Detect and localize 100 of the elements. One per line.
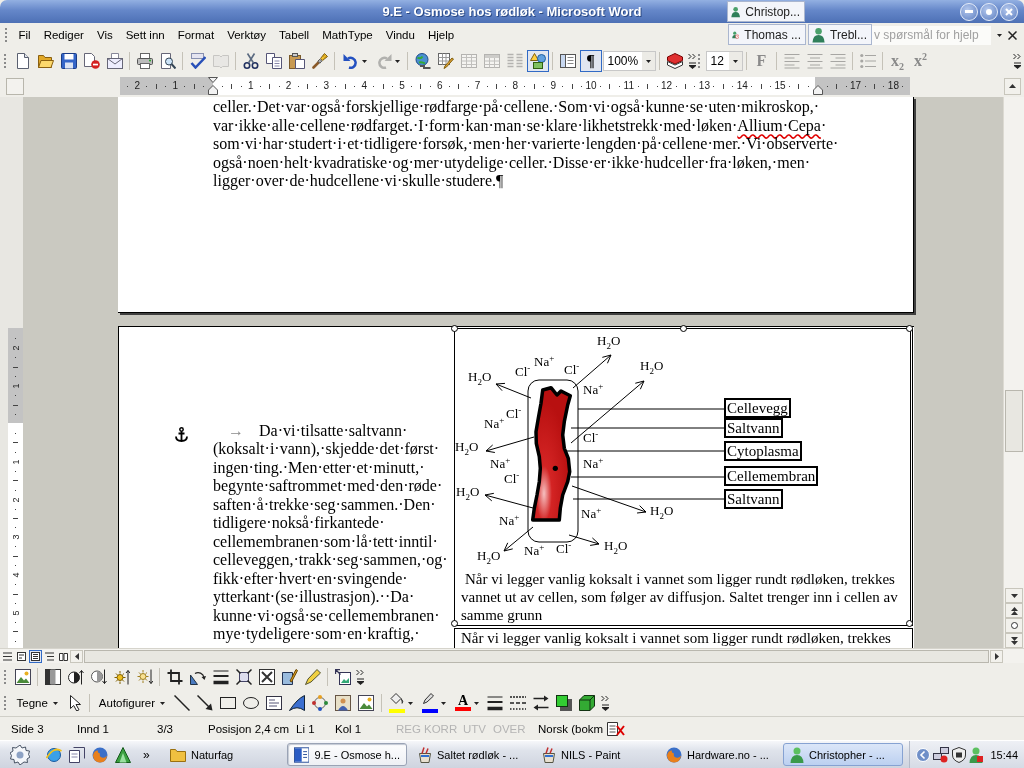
minimize-icon	[965, 10, 973, 13]
taskbar-button[interactable]: NILS - Paint	[535, 743, 655, 766]
more-button[interactable]: »	[143, 747, 159, 762]
view-button[interactable]	[43, 649, 56, 663]
close-icon[interactable]	[1008, 30, 1017, 40]
next-page-button[interactable]	[1005, 633, 1023, 648]
menu-item[interactable]: Verktøy	[220, 26, 273, 44]
contact-notification[interactable]: Thomas ...	[728, 24, 806, 45]
selection-handle[interactable]	[906, 620, 913, 627]
contact-notification[interactable]: Christop...	[727, 1, 805, 22]
diagram-label: Cl$^{-}$	[583, 431, 599, 444]
magnifier-page-icon	[159, 53, 176, 69]
dash-style-icon	[510, 695, 527, 711]
arrow-icon	[197, 695, 214, 711]
ruler-number: 1	[248, 80, 254, 91]
text-box[interactable]: Når vi legger vanlig koksalt i vannet som ligger rundt rødløken, trekkes	[454, 628, 913, 648]
line-weights-icon	[212, 668, 229, 685]
caret-icon	[408, 701, 414, 705]
font-color-button[interactable]: A	[451, 692, 484, 714]
toolbar-options-icon[interactable]	[356, 668, 365, 685]
paint-cup-icon	[418, 746, 432, 763]
scroll-right-button[interactable]	[990, 649, 1003, 663]
menu-item[interactable]: Fil	[12, 26, 38, 44]
ruler-number: 12	[661, 80, 673, 91]
taskbar-button[interactable]: Saltet rødløk - ...	[411, 743, 531, 766]
diagram-label: H$_{2}$O	[456, 485, 480, 498]
reset-picture-icon	[334, 668, 351, 685]
vertical-scrollbar[interactable]	[1003, 97, 1024, 648]
menu-button[interactable]: Autofigurer	[93, 692, 171, 714]
globe-icon[interactable]	[46, 746, 62, 763]
ruler-number: 5	[399, 80, 405, 91]
indent-marker-icon[interactable]	[208, 77, 218, 95]
taskbar-button[interactable]: 9.E - Osmose h...	[287, 743, 407, 766]
minimize-button[interactable]	[960, 2, 978, 21]
ruler-number: 8	[512, 80, 519, 91]
menu-item[interactable]: Vindu	[379, 26, 422, 44]
view-button[interactable]	[29, 649, 42, 663]
rectangle-icon	[220, 695, 237, 711]
network-icon[interactable]	[933, 746, 950, 763]
scroll-thumb[interactable]	[1005, 390, 1023, 452]
dropdown-field[interactable]: 100%	[602, 51, 656, 71]
figure-frame[interactable]	[454, 328, 913, 626]
triangle-icon[interactable]	[115, 746, 131, 763]
ruler-number: 10	[585, 80, 597, 91]
help-search-field[interactable]: v spørsmål for hjelp	[871, 25, 991, 45]
align-center-icon	[806, 53, 823, 69]
menu-item[interactable]: Tabell	[272, 26, 316, 44]
status-text: Kol 1	[334, 722, 363, 735]
show-formatting-button[interactable]: ¶	[579, 50, 602, 72]
paragraph: celler.·Det·var·også·forskjellige·rødfarge·på·cellene.·Som·vi·også·kunne·se·uten·mikroskop,· var·ikke·alle·cellene·rødfarget.·I·form·kan·man·se·klare·likhetstrekk·med·løken·Allium·Cepa· som·vi·har·studert·i·et·tidligere·forsøk,·men·her·varierte·lengden·på·cellene·mer.·Vi·observerte· også·noen·helt·kvadratiske·og·mer·utydelige·celler.·Disse·er·ikke·hudceller·fra·løken,·men· ligger·over·de·hudcellene·vi·skulle·studere.¶	[213, 98, 840, 191]
browser-icon[interactable]	[92, 746, 108, 763]
menu-item[interactable]: Vis	[90, 26, 120, 44]
toolbar-options-icon[interactable]	[688, 53, 697, 69]
menu-item[interactable]: Hjelp	[421, 26, 461, 44]
taskbar-button[interactable]: Hardware.no - ...	[659, 743, 779, 766]
grip-icon[interactable]	[3, 53, 7, 69]
spelling-status-icon[interactable]	[607, 721, 625, 736]
diagram-label: Na$^{+}$	[484, 417, 505, 430]
documents-icon[interactable]	[69, 746, 85, 763]
taskbar-button[interactable]: Naturfag	[163, 743, 283, 766]
select-browse-object-button[interactable]	[1005, 618, 1023, 633]
person-icon[interactable]	[969, 746, 984, 763]
view-button[interactable]	[1, 649, 14, 663]
drawing-button[interactable]	[526, 50, 549, 72]
browser-icon	[666, 746, 682, 763]
grip-icon[interactable]	[697, 53, 701, 69]
selection-handle[interactable]	[451, 620, 458, 627]
grip-icon[interactable]	[4, 27, 8, 43]
undo-icon	[342, 53, 359, 69]
toolbar-options-icon[interactable]	[1013, 53, 1022, 69]
toolbar-options-icon[interactable]	[600, 695, 610, 711]
dropdown-field[interactable]: 12	[705, 51, 743, 71]
grip-icon[interactable]	[3, 695, 7, 711]
view-button[interactable]	[15, 649, 28, 663]
contact-notification[interactable]: Trebl...	[808, 24, 872, 45]
menu-item[interactable]: Rediger	[37, 26, 91, 44]
menu-button[interactable]: Tegne	[11, 692, 63, 714]
menu-item[interactable]: Format	[171, 26, 221, 44]
menu-item[interactable]: MathType	[315, 26, 380, 44]
caret-icon	[732, 59, 738, 63]
taskbar-button[interactable]: Christopher - ...	[783, 743, 903, 766]
scroll-up-button[interactable]	[1004, 77, 1021, 95]
selection-handle[interactable]	[906, 325, 913, 332]
callout-label: Saltvann	[725, 419, 782, 437]
close-button[interactable]	[1000, 2, 1018, 21]
grip-icon[interactable]	[3, 668, 7, 685]
selection-handle[interactable]	[680, 325, 687, 332]
double-down-arrow-icon	[1010, 636, 1018, 645]
restore-button[interactable]	[980, 2, 998, 21]
scroll-thumb[interactable]	[84, 649, 989, 663]
status-text: Posisjon 2,4 cm	[207, 722, 291, 735]
previous-page-button[interactable]	[1005, 603, 1023, 618]
shield-icon[interactable]	[952, 746, 967, 763]
ruler-number: 1	[10, 382, 21, 391]
scroll-left-button[interactable]	[70, 649, 83, 663]
down-arrow-icon	[1010, 593, 1018, 598]
scroll-down-button[interactable]	[1005, 588, 1023, 603]
arrow-style-icon	[533, 695, 550, 711]
menu-item[interactable]: Sett inn	[119, 26, 172, 44]
selection-handle[interactable]	[451, 325, 458, 332]
